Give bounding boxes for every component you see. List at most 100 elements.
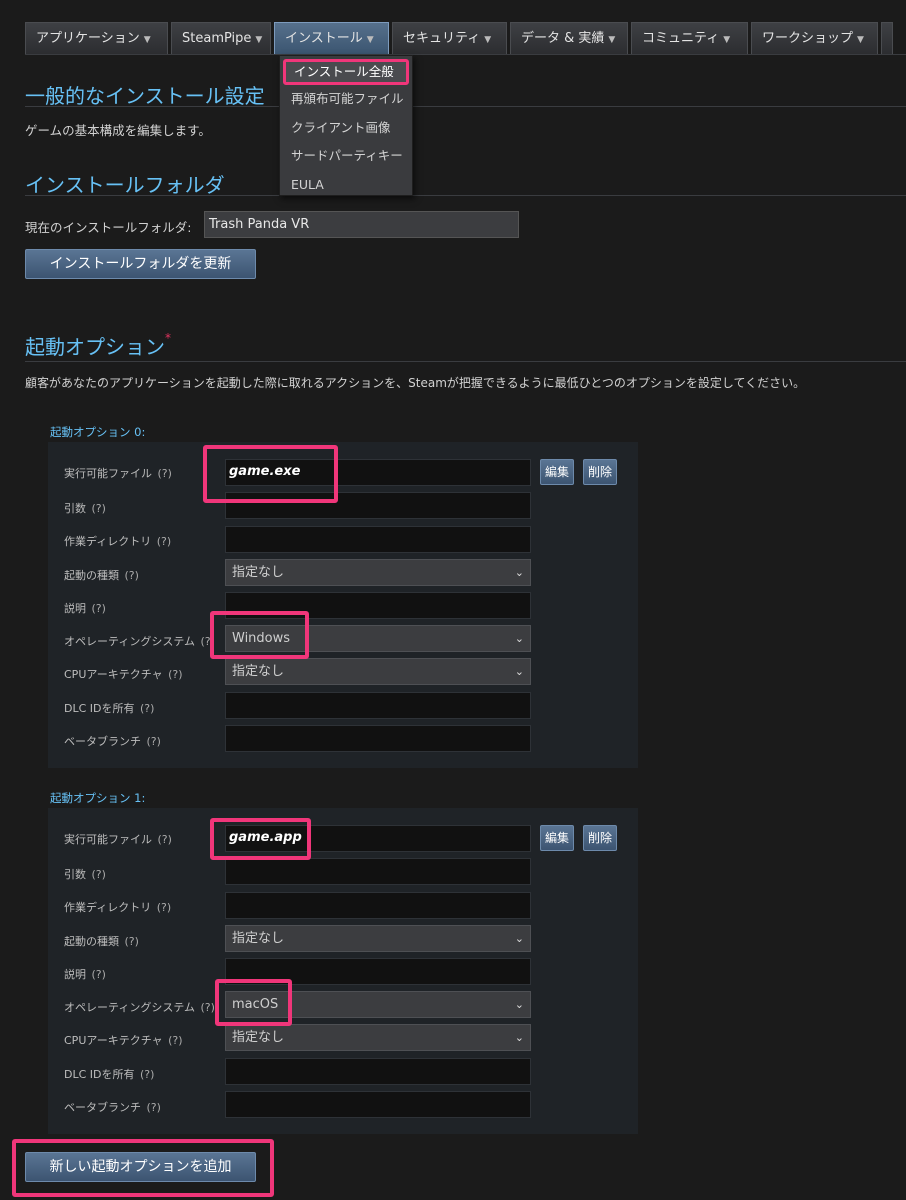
description-input[interactable] — [225, 958, 531, 985]
beta-input[interactable] — [225, 725, 531, 752]
help-icon[interactable]: (?) — [168, 668, 182, 681]
help-icon[interactable]: (?) — [201, 1001, 215, 1014]
help-icon[interactable]: (?) — [92, 602, 106, 615]
tab-community[interactable]: コミュニティ ▼ — [631, 22, 748, 54]
label-text: 作業ディレクトリ — [64, 901, 152, 914]
os-select[interactable]: macOS ⌄ — [225, 991, 531, 1018]
chevron-down-icon: ▼ — [723, 35, 731, 45]
select-value: 指定なし — [232, 931, 285, 946]
launch-type-select[interactable]: 指定なし ⌄ — [225, 559, 531, 586]
delete-button[interactable]: 削除 — [583, 459, 617, 485]
general-title: 一般的なインストール設定 — [25, 84, 265, 108]
tab-steampipe[interactable]: SteamPipe ▼ — [171, 22, 271, 54]
nav-divider — [25, 54, 906, 55]
executable-value: game.exe — [229, 464, 301, 479]
divider — [25, 195, 906, 196]
chevron-down-icon: ▼ — [608, 35, 616, 45]
working-dir-input[interactable] — [225, 526, 531, 553]
label-text: 引数 — [64, 502, 86, 515]
help-icon[interactable]: (?) — [147, 735, 161, 748]
chevron-down-icon: ⌄ — [514, 632, 524, 645]
arguments-input[interactable] — [225, 492, 531, 519]
help-icon[interactable]: (?) — [140, 1068, 154, 1081]
launch-title: 起動オプション* — [25, 331, 171, 360]
os-label: オペレーティングシステム (?) — [64, 999, 215, 1015]
chevron-down-icon: ▼ — [857, 35, 864, 45]
help-icon[interactable]: (?) — [125, 935, 139, 948]
help-icon[interactable]: (?) — [168, 1034, 182, 1047]
help-icon[interactable]: (?) — [157, 535, 171, 548]
tab-workshop[interactable]: ワークショップ ▼ — [751, 22, 878, 54]
launch-type-select[interactable]: 指定なし ⌄ — [225, 925, 531, 952]
help-icon[interactable]: (?) — [125, 569, 139, 582]
help-icon[interactable]: (?) — [157, 901, 171, 914]
edit-button[interactable]: 編集 — [540, 825, 574, 851]
edit-button[interactable]: 編集 — [540, 459, 574, 485]
tab-label: アプリケーション — [36, 31, 140, 46]
chevron-down-icon: ⌄ — [514, 665, 524, 678]
help-icon[interactable]: (?) — [92, 502, 106, 515]
launch-type-label: 起動の種類 (?) — [64, 933, 139, 949]
os-select[interactable]: Windows ⌄ — [225, 625, 531, 652]
help-icon[interactable]: (?) — [147, 1101, 161, 1114]
menu-item-redistributables[interactable]: 再頒布可能ファイル — [280, 85, 412, 114]
tab-application[interactable]: アプリケーション ▼ — [25, 22, 168, 54]
working-dir-label: 作業ディレクトリ (?) — [64, 899, 171, 915]
tab-security[interactable]: セキュリティ ▼ — [392, 22, 507, 54]
arguments-label: 引数 (?) — [64, 866, 106, 882]
select-value: 指定なし — [232, 664, 285, 679]
help-icon[interactable]: (?) — [201, 635, 215, 648]
os-label: オペレーティングシステム (?) — [64, 633, 215, 649]
launch-description: 顧客があなたのアプリケーションを起動した際に取れるアクションを、Steamが把握… — [25, 376, 806, 390]
help-icon[interactable]: (?) — [140, 702, 154, 715]
executable-value: game.app — [229, 830, 302, 845]
beta-input[interactable] — [225, 1091, 531, 1118]
divider — [25, 361, 906, 362]
tab-overflow[interactable] — [881, 22, 893, 54]
tab-label: ワークショップ — [762, 31, 854, 46]
top-nav: アプリケーション ▼ SteamPipe ▼ インストール ▼ セキュリティ ▼ データ… — [25, 22, 896, 54]
chevron-down-icon: ⌄ — [514, 932, 524, 945]
working-dir-label: 作業ディレクトリ (?) — [64, 533, 171, 549]
dlc-input[interactable] — [225, 692, 531, 719]
tab-label: インストール — [285, 31, 363, 46]
help-icon[interactable]: (?) — [158, 467, 172, 480]
label-text: 起動の種類 — [64, 569, 119, 582]
label-text: 実行可能ファイル — [64, 833, 152, 846]
label-text: 起動の種類 — [64, 935, 119, 948]
help-icon[interactable]: (?) — [92, 868, 106, 881]
working-dir-input[interactable] — [225, 892, 531, 919]
tab-label: データ & 実績 — [521, 31, 605, 46]
arguments-input[interactable] — [225, 858, 531, 885]
menu-item-third-party-keys[interactable]: サードパーティキー — [280, 142, 412, 171]
dlc-label: DLC IDを所有 (?) — [64, 700, 154, 716]
delete-button[interactable]: 削除 — [583, 825, 617, 851]
cpu-select[interactable]: 指定なし ⌄ — [225, 1024, 531, 1051]
chevron-down-icon: ▼ — [366, 35, 374, 45]
menu-item-eula[interactable]: EULA — [280, 171, 412, 200]
description-input[interactable] — [225, 592, 531, 619]
menu-item-install-general[interactable]: インストール全般 — [283, 59, 409, 85]
executable-label: 実行可能ファイル (?) — [64, 465, 172, 481]
chevron-down-icon: ⌄ — [514, 998, 524, 1011]
dlc-input[interactable] — [225, 1058, 531, 1085]
help-icon[interactable]: (?) — [158, 833, 172, 846]
tab-data-achievements[interactable]: データ & 実績 ▼ — [510, 22, 628, 54]
label-text: 実行可能ファイル — [64, 467, 152, 480]
description-label: 説明 (?) — [64, 966, 106, 982]
install-dropdown-menu: インストール全般 再頒布可能ファイル クライアント画像 サードパーティキー EU… — [279, 55, 413, 196]
add-launch-option-button[interactable]: 新しい起動オプションを追加 — [25, 1152, 256, 1182]
install-folder-input[interactable]: Trash Panda VR — [204, 211, 519, 238]
label-text: DLC IDを所有 — [64, 1068, 135, 1081]
beta-label: ベータブランチ (?) — [64, 733, 161, 749]
launch-type-label: 起動の種類 (?) — [64, 567, 139, 583]
chevron-down-icon: ▼ — [143, 35, 151, 45]
arguments-label: 引数 (?) — [64, 500, 106, 516]
menu-item-client-images[interactable]: クライアント画像 — [280, 114, 412, 143]
label-text: ベータブランチ — [64, 735, 141, 748]
update-folder-button[interactable]: インストールフォルダを更新 — [25, 249, 256, 279]
tab-install[interactable]: インストール ▼ — [274, 22, 389, 54]
tab-label: SteamPipe — [182, 31, 252, 46]
help-icon[interactable]: (?) — [92, 968, 106, 981]
cpu-select[interactable]: 指定なし ⌄ — [225, 658, 531, 685]
